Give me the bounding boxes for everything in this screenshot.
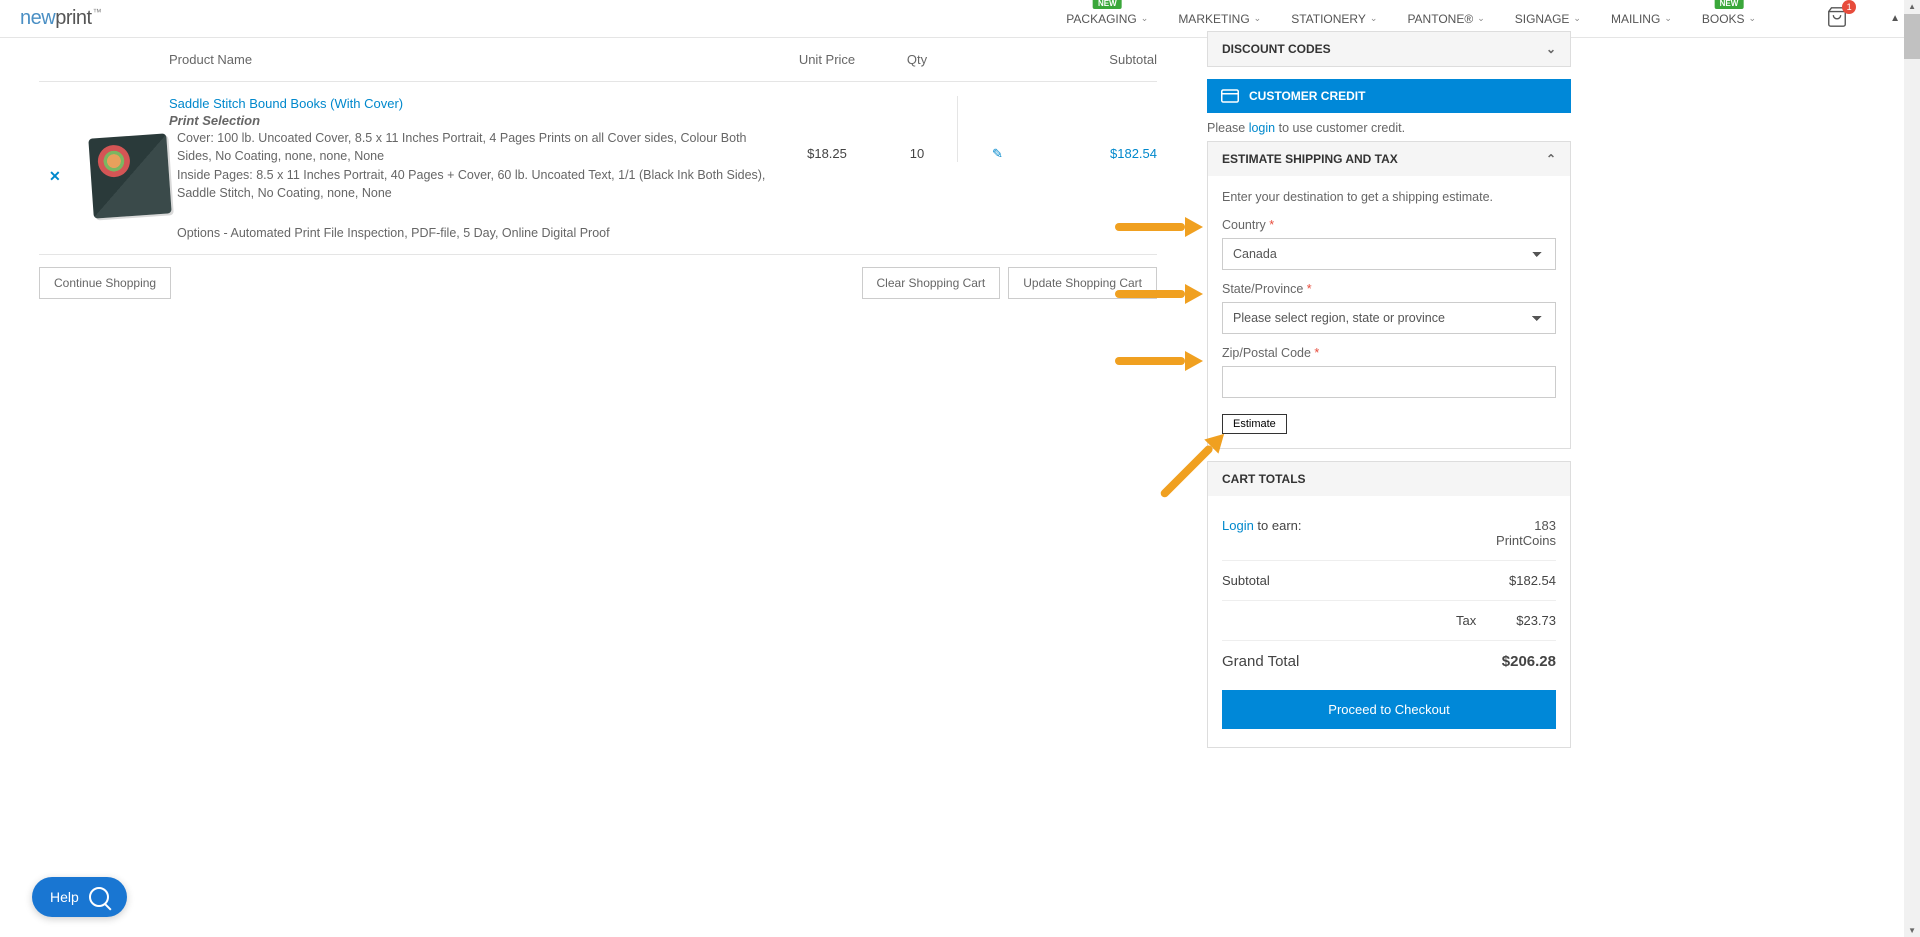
cart-table-head: Product Name Unit Price Qty Subtotal [39, 38, 1157, 82]
logo-tm: ™ [93, 7, 102, 17]
tax-row: Tax $23.73 [1222, 601, 1556, 641]
product-thumbnail [88, 133, 172, 218]
site-header: newprint™ NEW PACKAGING⌄ MARKETING⌄ STAT… [0, 0, 1920, 38]
continue-shopping-button[interactable]: Continue Shopping [39, 267, 171, 299]
proceed-checkout-button[interactable]: Proceed to Checkout [1222, 690, 1556, 729]
edit-icon[interactable]: ✎ [992, 146, 1003, 161]
chevron-down-icon: ⌄ [1477, 13, 1485, 24]
zip-label: Zip/Postal Code * [1222, 346, 1556, 360]
nav-marketing[interactable]: MARKETING⌄ [1178, 12, 1261, 26]
cart-item-row: ✕ Saddle Stitch Bound Books (With Cover)… [39, 82, 1157, 255]
col-subtotal: Subtotal [1037, 52, 1157, 67]
cart-totals-header: CART TOTALS [1208, 462, 1570, 496]
scrollbar[interactable]: ▲ ▼ [1904, 0, 1920, 937]
country-select[interactable]: Canada [1222, 238, 1556, 270]
nav-pantone[interactable]: PANTONE®⌄ [1407, 12, 1484, 26]
state-label: State/Province * [1222, 282, 1556, 296]
nav-stationery[interactable]: STATIONERY⌄ [1291, 12, 1377, 26]
earn-row: Login to earn: 183PrintCoins [1222, 506, 1556, 561]
scroll-thumb[interactable] [1904, 14, 1920, 59]
nav-signage[interactable]: SIGNAGE⌄ [1515, 12, 1581, 26]
credit-login-link[interactable]: login [1249, 121, 1275, 135]
logo[interactable]: newprint™ [20, 7, 101, 30]
col-qty: Qty [877, 52, 957, 67]
chevron-up-icon[interactable]: ▲ [1890, 13, 1900, 24]
cart-actions: Continue Shopping Clear Shopping Cart Up… [39, 267, 1157, 299]
new-badge: NEW [1715, 0, 1744, 9]
subtotal-row: Subtotal $182.54 [1222, 561, 1556, 601]
zip-input[interactable] [1222, 366, 1556, 398]
main-nav: NEW PACKAGING⌄ MARKETING⌄ STATIONERY⌄ PA… [1066, 6, 1900, 31]
discount-codes-toggle[interactable]: DISCOUNT CODES ⌄ [1208, 32, 1570, 66]
inside-spec: Inside Pages: 8.5 x 11 Inches Portrait, … [169, 167, 767, 202]
scroll-up-icon[interactable]: ▲ [1908, 2, 1916, 11]
chevron-down-icon: ⌄ [1573, 13, 1581, 24]
customer-credit-header[interactable]: CUSTOMER CREDIT [1207, 79, 1571, 113]
shipping-intro: Enter your destination to get a shipping… [1222, 190, 1556, 204]
clear-cart-button[interactable]: Clear Shopping Cart [862, 267, 1001, 299]
estimate-button[interactable]: Estimate [1222, 414, 1287, 434]
logo-new: new [20, 7, 55, 30]
col-price: Unit Price [777, 52, 877, 67]
chevron-down-icon: ⌄ [1749, 13, 1757, 24]
grand-total-row: Grand Total $206.28 [1222, 641, 1556, 682]
nav-books[interactable]: NEW BOOKS⌄ [1702, 12, 1756, 26]
qty-value: 10 [877, 96, 957, 161]
help-button[interactable]: Help [32, 877, 127, 917]
print-selection-label: Print Selection [169, 113, 767, 128]
chevron-down-icon: ⌄ [1664, 13, 1672, 24]
state-select[interactable]: Please select region, state or province [1222, 302, 1556, 334]
product-link[interactable]: Saddle Stitch Bound Books (With Cover) [169, 96, 403, 111]
country-label: Country * [1222, 218, 1556, 232]
search-icon [89, 887, 109, 907]
chevron-down-icon: ⌄ [1254, 13, 1262, 24]
credit-login-text: Please login to use customer credit. [1207, 113, 1571, 141]
item-thumb-cell: ✕ [39, 96, 169, 216]
login-earn-link[interactable]: Login [1222, 518, 1254, 533]
chevron-up-icon: ⌃ [1546, 152, 1556, 166]
chevron-down-icon: ⌄ [1370, 13, 1378, 24]
nav-packaging[interactable]: NEW PACKAGING⌄ [1066, 12, 1148, 26]
new-badge: NEW [1093, 0, 1122, 9]
card-icon [1221, 89, 1239, 103]
cart-icon[interactable]: 1 [1826, 6, 1848, 31]
logo-print: print [55, 7, 91, 30]
cart-main: Product Name Unit Price Qty Subtotal ✕ S… [39, 38, 1157, 760]
scroll-down-icon[interactable]: ▼ [1908, 926, 1916, 935]
options-line: Options - Automated Print File Inspectio… [169, 226, 767, 240]
item-subtotal: $182.54 [1037, 96, 1157, 161]
chevron-down-icon: ⌄ [1546, 42, 1556, 56]
chevron-down-icon: ⌄ [1141, 13, 1149, 24]
cart-badge: 1 [1842, 0, 1856, 14]
col-product: Product Name [169, 52, 777, 67]
remove-item-icon[interactable]: ✕ [49, 168, 61, 185]
cover-spec: Cover: 100 lb. Uncoated Cover, 8.5 x 11 … [169, 130, 767, 165]
cart-sidebar: DISCOUNT CODES ⌄ CUSTOMER CREDIT Please … [1207, 38, 1571, 760]
unit-price: $18.25 [777, 96, 877, 161]
update-cart-button[interactable]: Update Shopping Cart [1008, 267, 1157, 299]
shipping-toggle[interactable]: ESTIMATE SHIPPING AND TAX ⌃ [1208, 142, 1570, 176]
nav-mailing[interactable]: MAILING⌄ [1611, 12, 1672, 26]
